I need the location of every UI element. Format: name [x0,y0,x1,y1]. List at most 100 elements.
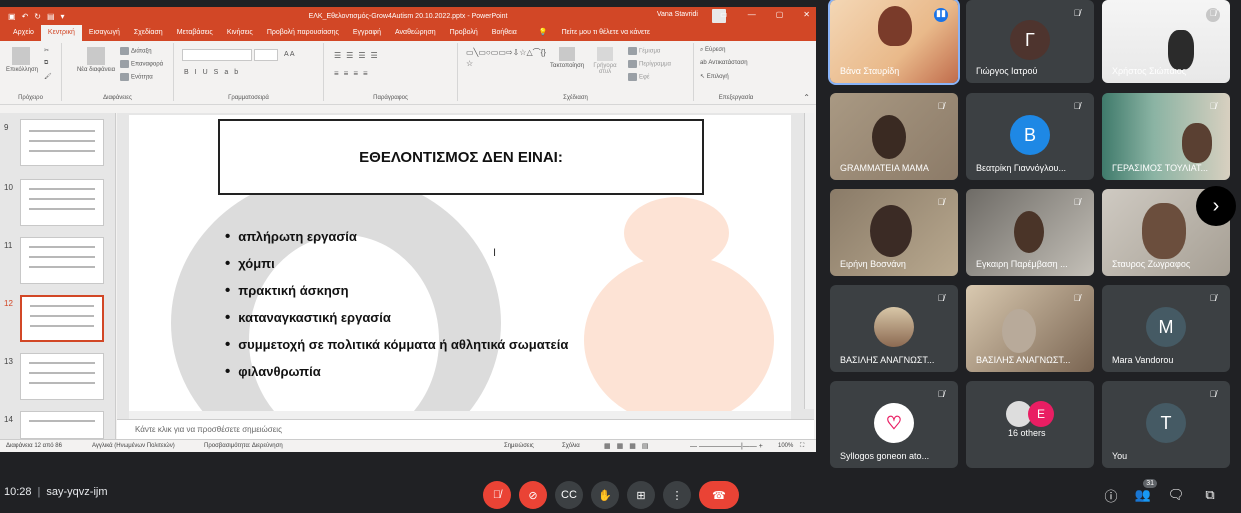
zoom-slider[interactable]: — ——————|—— + [690,443,763,450]
cursor-icon: ↖ [700,74,707,80]
participant-tile[interactable]: 🎙̸ ΓΕΡΑΣΙΜΟΣ ΤΟΥΛΙΑΤ... [1102,93,1230,180]
participant-tile[interactable]: ♡ 🎙̸ Syllogos goneon ato... [830,381,958,468]
present-icon[interactable]: ▤ [47,12,55,21]
chat-icon: 🗨 [1167,487,1185,502]
fill-button[interactable]: Γέμισμα [628,47,660,55]
font-format-icons[interactable]: BIUSab [184,69,244,76]
accessibility-indicator[interactable]: Προσβασιμότητα: Διερεύνηση [204,443,283,449]
slide-thumbnail-pane: 9 10 11 12 13 14 [0,113,116,439]
comments-toggle[interactable]: Σχόλια [562,443,580,449]
list-icons[interactable]: ☰☰☰☰ [334,51,383,60]
logo-icon: ♡ [874,403,914,443]
thumbnail-number: 9 [4,123,9,132]
tab-insert[interactable]: Εισαγωγή [82,25,127,41]
undo-icon[interactable]: ↶ [22,12,29,21]
grow-font-icon[interactable]: A A [284,51,295,58]
language-indicator[interactable]: Αγγλικά (Ηνωμένων Πολιτειών) [92,443,175,449]
mic-off-button[interactable]: 🎙̸ [483,481,511,509]
slide-thumbnail[interactable] [20,237,104,284]
notes-pane[interactable]: Κάντε κλικ για να προσθέσετε σημειώσεις [117,419,814,439]
new-slide-button[interactable]: Νέα διαφάνεια [76,47,116,73]
participant-tile[interactable]: ▮▮ Βάνα Σταυρίδη [828,0,960,85]
speaking-icon: ▮▮ [934,8,948,22]
slide-thumbnail[interactable] [20,119,104,166]
participant-tile[interactable]: M 🎙̸ Mara Vandorou [1102,285,1230,372]
slide-canvas[interactable]: ΕΘΕΛΟΝΤΙΣΜΟΣ ΔΕΝ ΕΙΝΑΙ: απλήρωτη εργασία… [129,115,791,411]
outline-button[interactable]: Περίγραμμα [628,60,671,68]
section-button[interactable]: Ενότητα [120,73,153,81]
shapes-gallery[interactable]: ▭╲▭○▭▭⇨⇩☆△⌒{}☆ [466,47,546,69]
slide-thumbnail[interactable] [20,353,104,400]
tab-transitions[interactable]: Μεταβάσεις [170,25,220,41]
tab-design[interactable]: Σχεδίαση [127,25,170,41]
more-options-button[interactable]: ⋮ [663,481,691,509]
paste-button[interactable]: Επικόλληση [6,47,38,73]
participant-tile[interactable]: T 🎙̸ You [1102,381,1230,468]
people-button[interactable]: 👥 31 [1133,479,1157,505]
present-button[interactable]: ⊞ [627,481,655,509]
quick-styles-button[interactable]: Γρήγορα στυλ [588,47,622,75]
next-page-button[interactable]: › [1196,186,1236,226]
collapse-ribbon-icon[interactable]: ⌃ [803,93,810,102]
notes-toggle[interactable]: Σημειώσεις [504,443,534,449]
tell-me-box[interactable]: Πείτε μου τι θέλετε να κάνετε [555,25,657,41]
copy-icon[interactable]: ⧉ [44,60,48,67]
minimize-icon[interactable]: — [748,10,756,19]
view-icons[interactable]: ▦▦▦▤ [604,442,654,450]
tab-view[interactable]: Προβολή [443,25,485,41]
leave-call-button[interactable]: ☎ [699,481,739,509]
tab-animations[interactable]: Κινήσεις [220,25,260,41]
font-size-select[interactable] [254,49,278,61]
close-icon[interactable]: ✕ [803,10,810,19]
horizontal-scrollbar[interactable] [129,411,791,419]
replace-button[interactable]: ab Αντικατάσταση [700,60,748,66]
thumbnail-number: 14 [4,415,13,424]
bullet-list[interactable]: απλήρωτη εργασία χόμπι πρακτική άσκηση κ… [225,223,568,385]
info-button[interactable]: ⓘ [1101,485,1121,505]
save-icon[interactable]: ▣ [8,12,16,21]
zoom-level[interactable]: 100% [778,443,793,449]
cut-icon[interactable]: ✂ [44,47,49,54]
participant-tile[interactable]: 🎙̸ Χρήστος Σιώπαιος [1102,0,1230,83]
activities-button[interactable]: ⧉ [1200,485,1220,505]
slide-thumbnail[interactable] [20,411,104,439]
ribbon-display-icon[interactable]: ▭ [720,10,728,19]
font-name-select[interactable] [182,49,252,61]
avatar: T [1146,403,1186,443]
participant-tile[interactable]: 🎙̸ ΒΑΣΙΛΗΣ ΑΝΑΓΝΩΣΤ... [966,285,1094,372]
format-painter-icon[interactable]: 🖌 [44,73,52,80]
captions-button[interactable]: CC [555,481,583,509]
tab-file[interactable]: Αρχείο [6,25,41,41]
tab-home[interactable]: Κεντρική [40,25,82,41]
tab-record[interactable]: Εγγραφή [346,25,388,41]
participant-video [878,6,912,46]
align-icons[interactable]: ≡≡≡≡ [334,69,373,78]
effects-button[interactable]: Εφέ [628,73,650,81]
fit-slide-icon[interactable]: ⛶ [800,443,804,450]
layout-button[interactable]: Διάταξη [120,47,152,55]
participant-tile[interactable]: B 🎙̸ Βεατρίκη Γιαννόγλου... [966,93,1094,180]
participant-tile[interactable]: 🎙̸ Εγκαιρη Παρέμβαση ... [966,189,1094,276]
arrange-button[interactable]: Τακτοποίηση [550,47,584,69]
tab-help[interactable]: Βοήθεια [485,25,524,41]
find-button[interactable]: ⌕ Εύρεση [700,47,725,54]
camera-off-button[interactable]: ⊘ [519,481,547,509]
maximize-icon[interactable]: ▢ [776,10,784,19]
redo-icon[interactable]: ↻ [34,12,41,21]
slide-thumbnail-selected[interactable] [20,295,104,342]
select-button[interactable]: ↖ Επιλογή [700,73,729,80]
tab-review[interactable]: Αναθεώρηση [388,25,443,41]
participant-tile[interactable]: 🎙̸ GRAMMATEIA MAMA [830,93,958,180]
raise-hand-button[interactable]: ✋ [591,481,619,509]
slide-thumbnail[interactable] [20,179,104,226]
chat-button[interactable]: 🗨 [1166,485,1186,505]
customize-icon[interactable]: ▾ [61,12,65,21]
vertical-scrollbar[interactable] [804,113,814,409]
participant-tile[interactable]: 🎙̸ ΒΑΣΙΛΗΣ ΑΝΑΓΝΩΣΤ... [830,285,958,372]
participant-tile[interactable]: E 16 others [966,381,1094,468]
tab-slideshow[interactable]: Προβολή παρουσίασης [260,25,346,41]
participant-tile[interactable]: 🎙̸ Ειρήνη Βοσνάνη [830,189,958,276]
slide-title[interactable]: ΕΘΕΛΟΝΤΙΣΜΟΣ ΔΕΝ ΕΙΝΑΙ: [218,119,704,195]
reset-button[interactable]: Επαναφορά [120,60,163,68]
participant-tile[interactable]: Γ 🎙̸ Γιώργος Ιατρού [966,0,1094,83]
